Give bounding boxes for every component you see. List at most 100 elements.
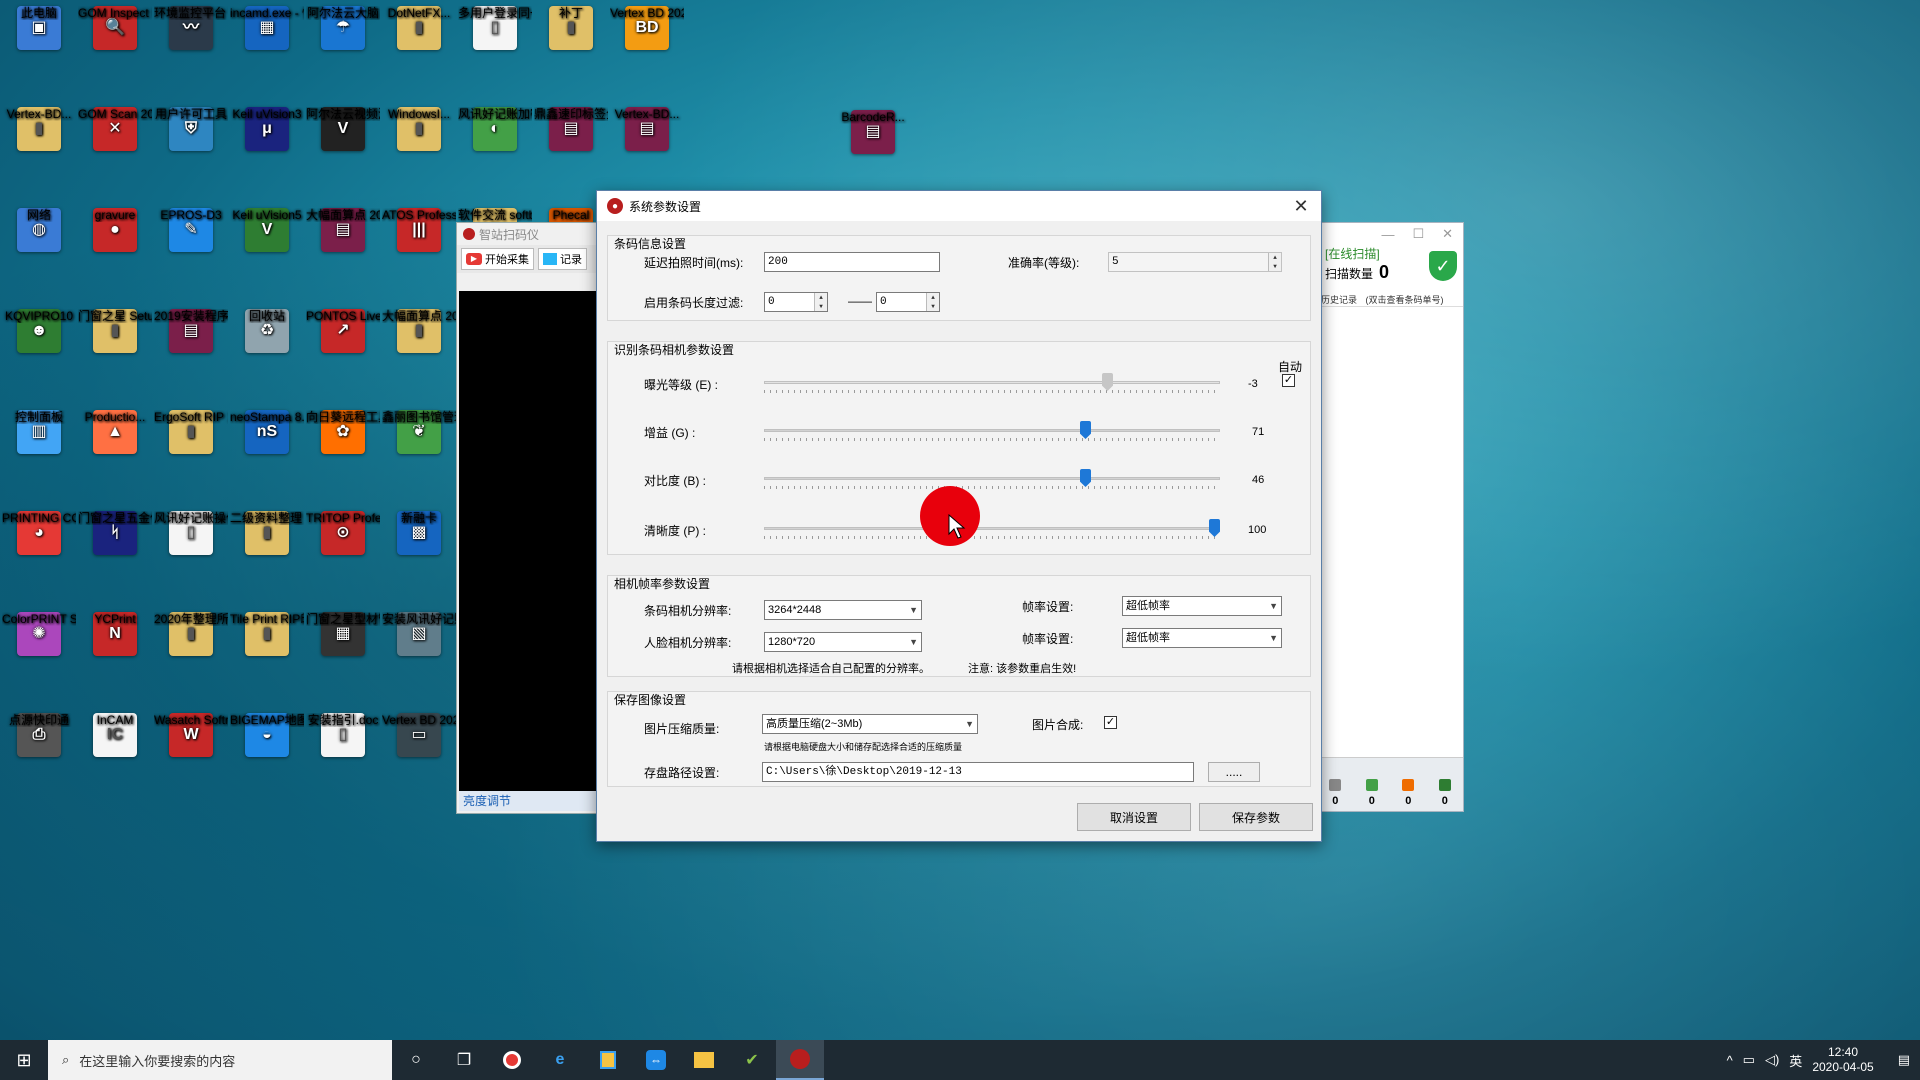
- desktop-icon[interactable]: ▣ 此电脑: [2, 6, 76, 102]
- close-icon[interactable]: ✕: [1442, 226, 1453, 242]
- notification-icon[interactable]: ▤: [1898, 1052, 1910, 1068]
- desktop-icon[interactable]: ▥ 控制面板: [2, 410, 76, 506]
- desktop-icon[interactable]: ▮Tile Print RIP印染套...: [230, 612, 304, 708]
- desktop-icon[interactable]: ▤大幅面算点 2013-12-0...: [306, 208, 380, 304]
- desktop-icon[interactable]: ⎙ 点源快印通: [2, 713, 76, 809]
- chevron-up-icon[interactable]: ^: [1727, 1053, 1733, 1068]
- slider-thumb[interactable]: [1080, 421, 1091, 439]
- desktop-icon[interactable]: WWasatch Softrip V...: [154, 713, 228, 809]
- length-max-stepper[interactable]: 0 ▲ ▼: [876, 292, 940, 312]
- spin-arrows-icon[interactable]: ▲ ▼: [1268, 253, 1281, 271]
- clock[interactable]: 12:40 2020-04-05: [1812, 1045, 1873, 1075]
- accuracy-stepper[interactable]: 5 ▲ ▼: [1108, 252, 1282, 272]
- ime-indicator[interactable]: 英: [1789, 1051, 1802, 1070]
- desktop-icon[interactable]: ▮门窗之星 Setup: [78, 309, 152, 405]
- save-path-input[interactable]: C:\Users\徐\Desktop\2019-12-13: [762, 762, 1194, 782]
- desktop-icon[interactable]: ▮ Vertex-BD...: [2, 107, 76, 203]
- close-button[interactable]: ✕: [1281, 191, 1321, 221]
- desktop-icon[interactable]: ▮大幅面算点 2013-12-09: [382, 309, 456, 405]
- desktop-icon[interactable]: BDVertex BD 2020 26....: [610, 6, 684, 102]
- desktop-icon[interactable]: ♻ 回收站: [230, 309, 304, 405]
- slider-thumb[interactable]: [1080, 469, 1091, 487]
- desktop-icon[interactable]: ◍ 网络: [2, 208, 76, 304]
- desktop-icon[interactable]: ▮ DotNetFX...: [382, 6, 456, 102]
- face-resolution-select[interactable]: 1280*720 ▼: [764, 632, 922, 652]
- exposure-slider[interactable]: [764, 373, 1220, 393]
- desktop-icon[interactable]: ▤ Vertex-BD...: [610, 107, 684, 203]
- edge-icon[interactable]: e: [536, 1040, 584, 1080]
- notes-app-icon[interactable]: [584, 1040, 632, 1080]
- merge-checkbox[interactable]: ✓: [1104, 716, 1117, 729]
- volume-icon[interactable]: ◁): [1765, 1052, 1779, 1068]
- desktop-icon[interactable]: ▯风讯好记账操作指引.doc: [154, 511, 228, 607]
- desktop-icon[interactable]: ▭Vertex BD 2020 26.0...: [382, 713, 456, 809]
- start-capture-button[interactable]: ▶ 开始采集: [461, 248, 534, 270]
- desktop-icon[interactable]: ◒BIGEMAP地图下载器: [230, 713, 304, 809]
- desktop-icon[interactable]: ⛨ 用户许可工具: [154, 107, 228, 203]
- desktop-icon[interactable]: ▮2020年整理所有注册机...: [154, 612, 228, 708]
- length-min-stepper[interactable]: 0 ▲ ▼: [764, 292, 828, 312]
- record-button[interactable]: 记录: [538, 248, 587, 270]
- desktop-icon[interactable]: ▯ 安装指引.doc: [306, 713, 380, 809]
- teamviewer-icon[interactable]: ⇔: [632, 1040, 680, 1080]
- desktop-icon[interactable]: ◐风讯好记账加密服务器: [458, 107, 532, 203]
- barcode-frame-rate-select[interactable]: 超低帧率 ▼: [1122, 596, 1282, 616]
- compress-quality-select[interactable]: 高质量压缩(2~3Mb) ▼: [762, 714, 978, 734]
- desktop-icon[interactable]: ▯多用户登录同一账套指引...: [458, 6, 532, 102]
- desktop-icon[interactable]: ▮ 补丁: [534, 6, 608, 102]
- sharpness-slider[interactable]: [764, 519, 1220, 539]
- desktop-icon[interactable]: ❦鑫丽图书馆管理系统: [382, 410, 456, 506]
- desktop-icon[interactable]: ⊙TRITOP Profession...: [306, 511, 380, 607]
- checkmark-app-icon[interactable]: ✔: [728, 1040, 776, 1080]
- desktop-icon[interactable]: ✎ EPROS-D3: [154, 208, 228, 304]
- cortana-icon[interactable]: ○: [392, 1040, 440, 1080]
- spin-arrows-icon[interactable]: ▲ ▼: [814, 293, 827, 311]
- slider-thumb[interactable]: [1102, 373, 1113, 391]
- desktop-icon[interactable]: |||ATOS Profession...: [382, 208, 456, 304]
- scanner-window[interactable]: 智站扫码仪 ▶ 开始采集 记录 亮度调节: [456, 222, 601, 814]
- desktop-icon[interactable]: ▮二级资料整理 +广告+录...: [230, 511, 304, 607]
- desktop-icon[interactable]: 〰环境监控平台 V2.0.1.3: [154, 6, 228, 102]
- desktop-icon[interactable]: ▤2019安装程序.zip: [154, 309, 228, 405]
- scanner-app-icon[interactable]: [776, 1040, 824, 1080]
- desktop-icon[interactable]: nS neoStampa 8.4: [230, 410, 304, 506]
- desktop-icon[interactable]: V阿尔法云视频测速 陈述...: [306, 107, 380, 203]
- delay-input[interactable]: 200: [764, 252, 940, 272]
- auto-exposure-checkbox[interactable]: ✓: [1282, 374, 1295, 387]
- file-explorer-icon[interactable]: [680, 1040, 728, 1080]
- gain-slider[interactable]: [764, 421, 1220, 441]
- desktop-icon[interactable]: 🔍GOM Inspect Pr...: [78, 6, 152, 102]
- contrast-slider[interactable]: [764, 469, 1220, 489]
- desktop-icon[interactable]: ▤鼎鑫速印标签企业版新标...: [534, 107, 608, 203]
- desktop-icon[interactable]: ✺ColorPRINT Server 2.5: [2, 612, 76, 708]
- desktop-icon[interactable]: ◕PRINTING CONTR...: [2, 511, 76, 607]
- desktop-icon[interactable]: μ Keil uVision3: [230, 107, 304, 203]
- desktop-icon[interactable]: ↗PONTOS Live 2018: [306, 309, 380, 405]
- desktop-icon[interactable]: ● gravure: [78, 208, 152, 304]
- desktop-icon[interactable]: ▮ WindowsI...: [382, 107, 456, 203]
- taskbar-search[interactable]: ⌕ 在这里输入你要搜索的内容: [48, 1040, 392, 1080]
- desktop-icon[interactable]: ▩ 新融卡: [382, 511, 456, 607]
- barcode-resolution-select[interactable]: 3264*2448 ▼: [764, 600, 922, 620]
- desktop-icon[interactable]: ▦incamd.exe - 快捷方式: [230, 6, 304, 102]
- desktop-icon[interactable]: ☂ 阿尔法云大脑: [306, 6, 380, 102]
- desktop-icon[interactable]: IC InCAM: [78, 713, 152, 809]
- desktop-icon[interactable]: ▦门窗之星型材管理系统 2...: [306, 612, 380, 708]
- desktop-icon[interactable]: ▲ Productio...: [78, 410, 152, 506]
- cancel-button[interactable]: 取消设置: [1077, 803, 1191, 831]
- network-icon[interactable]: ▭: [1743, 1052, 1755, 1068]
- desktop-icon[interactable]: V Keil uVision5: [230, 208, 304, 304]
- slider-thumb[interactable]: [1209, 519, 1220, 537]
- desktop-icon[interactable]: ✕GOM Scan 2018: [78, 107, 152, 203]
- maximize-icon[interactable]: ☐: [1412, 226, 1424, 242]
- face-frame-rate-select[interactable]: 超低帧率 ▼: [1122, 628, 1282, 648]
- browse-button[interactable]: .....: [1208, 762, 1260, 782]
- windows-start-icon[interactable]: ⊞: [0, 1040, 48, 1080]
- save-button[interactable]: 保存参数: [1199, 803, 1313, 831]
- spin-arrows-icon[interactable]: ▲ ▼: [926, 293, 939, 311]
- desktop-icon[interactable]: ☻ KQVIPRO10: [2, 309, 76, 405]
- brightness-tab[interactable]: 亮度调节: [459, 791, 598, 811]
- record-app-icon[interactable]: [488, 1040, 536, 1080]
- desktop-icon[interactable]: ✿向日葵远程工具.exe: [306, 410, 380, 506]
- task-view-icon[interactable]: ❐: [440, 1040, 488, 1080]
